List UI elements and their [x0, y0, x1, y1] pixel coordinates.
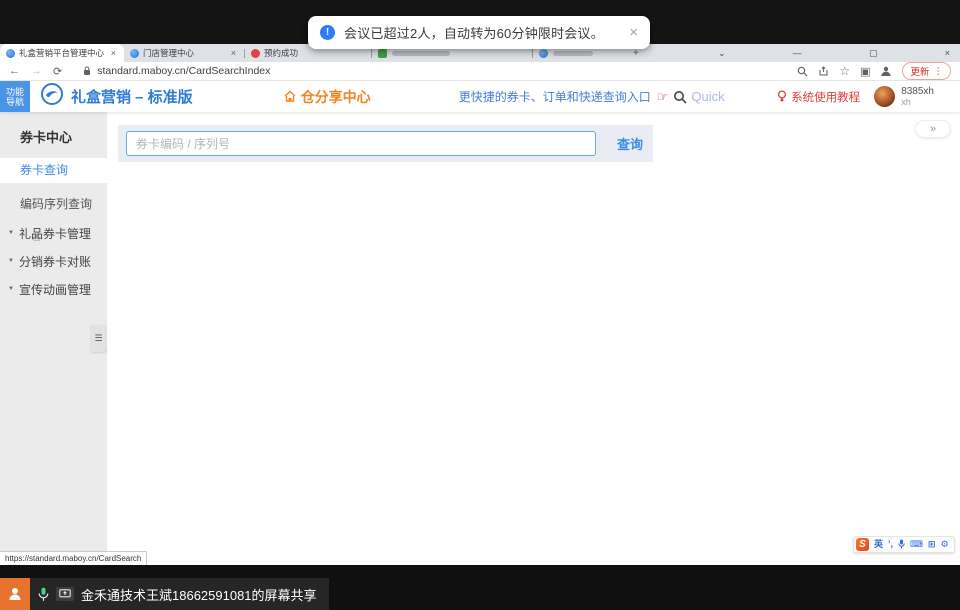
app-title: 礼盒营销 – 标准版: [71, 86, 193, 107]
main-content: 查询 »: [107, 112, 960, 565]
screen-share-icon: [56, 587, 74, 601]
house-icon: [283, 90, 297, 103]
ime-mic-icon[interactable]: [898, 539, 905, 551]
site-favicon: [251, 49, 260, 58]
maximize-icon[interactable]: ▢: [865, 48, 882, 59]
lightbulb-icon: [777, 90, 787, 103]
search-icon[interactable]: [673, 90, 687, 104]
sidebar-item-card-search[interactable]: 券卡查询: [0, 158, 107, 183]
window-close-icon[interactable]: ×: [941, 48, 954, 58]
obscured-tab-title: [553, 51, 593, 56]
user-name: 8385xh: [901, 87, 934, 97]
new-tab-icon[interactable]: +: [633, 48, 639, 59]
quick-search-label[interactable]: Quick: [691, 89, 724, 104]
share-center-label: 仓分享中心: [301, 87, 371, 107]
search-button[interactable]: 查询: [617, 134, 643, 153]
tab-title: 预约成功: [264, 47, 298, 59]
site-favicon: [378, 49, 387, 58]
forward-icon[interactable]: →: [31, 65, 42, 77]
tab-close-icon[interactable]: ×: [109, 48, 118, 58]
ime-settings-icon[interactable]: ⚙: [941, 540, 949, 549]
workarea: 券卡中心 券卡查询 编码序列查询 ▼ 礼品券卡管理 ▼ 分销券卡对账 ▼ 宣传动…: [0, 112, 960, 565]
close-icon[interactable]: ×: [627, 24, 640, 41]
microphone-icon: [38, 587, 49, 602]
app-header: 功能 导航 礼盒营销 – 标准版 仓分享中心 更快捷的券卡、订单和快递查询入口 …: [0, 81, 960, 112]
ime-toolbar[interactable]: S 英 ’, ⌨ ⊞ ⚙: [853, 536, 955, 553]
tab-title: 礼盒营销平台管理中心: [19, 47, 104, 59]
app-logo-icon: [41, 83, 63, 110]
card-search-panel: 查询: [118, 125, 653, 162]
tutorial-label: 系统使用教程: [791, 89, 860, 105]
mouse-hand-cursor: ☝: [33, 230, 40, 244]
share-icon[interactable]: [818, 66, 829, 77]
window-controls: ⌄ — ▢ ×: [714, 44, 954, 62]
tab-gift-box-admin[interactable]: 礼盒营销平台管理中心 ×: [0, 44, 124, 62]
side-panel-icon[interactable]: ▣: [860, 65, 870, 78]
info-icon: !: [320, 25, 335, 40]
quick-entry-tip: 更快捷的券卡、订单和快递查询入口: [459, 88, 651, 105]
browser-update-button[interactable]: 更新 ⋮: [902, 62, 951, 80]
notification-text: 会议已超过2人，自动转为60分钟限时会议。: [344, 23, 604, 42]
profile-icon[interactable]: [880, 65, 892, 77]
browser-window: 礼盒营销平台管理中心 × 门店管理中心 × 预约成功 + ⌄ — ▢ ×: [0, 44, 960, 565]
caret-down-icon: ▼: [8, 286, 14, 292]
site-favicon: [539, 49, 548, 58]
share-chip: 金禾通技术王斌18662591081的屏幕共享: [30, 578, 329, 610]
address-bar: ← → ⟳ standard.maboy.cn/CardSearchIndex …: [0, 62, 960, 81]
user-alias: xh: [901, 97, 934, 107]
sidebar-collapse-handle[interactable]: ☰: [90, 325, 107, 352]
ime-toolbox-icon[interactable]: ⊞: [928, 540, 936, 549]
card-search-input[interactable]: [126, 131, 596, 156]
expand-panel-button[interactable]: »: [915, 120, 951, 138]
sogou-logo-icon[interactable]: S: [856, 538, 869, 551]
site-favicon: [6, 49, 15, 58]
function-nav-button[interactable]: 功能 导航: [0, 81, 30, 112]
zoom-icon[interactable]: [797, 66, 808, 77]
nav-toggle-line1: 功能: [6, 87, 24, 97]
tab-title: 门店管理中心: [143, 47, 194, 59]
screen-share-text: 金禾通技术王斌18662591081的屏幕共享: [81, 585, 317, 604]
site-favicon: [130, 49, 139, 58]
avatar: [874, 86, 895, 107]
sidebar-item-label: 宣传动画管理: [19, 281, 91, 298]
reload-icon[interactable]: ⟳: [53, 65, 62, 78]
link-status-tooltip: https://standard.maboy.cn/CardSearch: [0, 551, 147, 565]
tab-store-admin[interactable]: 门店管理中心 ×: [124, 44, 244, 62]
warehouse-share-center-link[interactable]: 仓分享中心: [283, 87, 371, 107]
url-text[interactable]: standard.maboy.cn/CardSearchIndex: [97, 65, 270, 77]
nav-toggle-line2: 导航: [6, 97, 24, 107]
tab-search-chevron-icon[interactable]: ⌄: [714, 48, 730, 59]
bottom-taskbar: 金禾通技术王斌18662591081的屏幕共享: [0, 565, 960, 610]
kebab-menu-icon[interactable]: ⋮: [934, 66, 944, 77]
meeting-notification: ! 会议已超过2人，自动转为60分钟限时会议。 ×: [308, 16, 650, 49]
obscured-tab-title: [392, 51, 450, 56]
sidebar-section-title: 券卡中心: [0, 112, 107, 158]
sidebar-item-gift-card-management[interactable]: ▼ 礼品券卡管理: [0, 219, 107, 247]
bookmark-star-icon[interactable]: ☆: [839, 64, 850, 78]
ime-language-mode[interactable]: 英: [874, 540, 883, 549]
update-label: 更新: [910, 64, 929, 78]
ime-keyboard-icon[interactable]: ⌨: [910, 540, 923, 549]
sidebar-item-label: 分销券卡对账: [19, 253, 91, 270]
participant-icon: [0, 578, 30, 610]
user-account[interactable]: 8385xh xh: [874, 86, 934, 107]
sidebar-item-promo-animation-management[interactable]: ▼ 宣传动画管理: [0, 275, 107, 303]
sidebar-item-label: 礼品券卡管理: [19, 225, 91, 242]
lock-icon[interactable]: [83, 66, 91, 76]
back-icon[interactable]: ←: [9, 65, 20, 77]
sidebar-item-distribution-card-reconcile[interactable]: ▼ 分销券卡对账: [0, 247, 107, 275]
caret-down-icon: ▼: [8, 230, 14, 236]
system-tutorial-link[interactable]: 系统使用教程: [777, 89, 860, 105]
minimize-icon[interactable]: —: [789, 48, 806, 58]
ime-punctuation-icon[interactable]: ’,: [888, 540, 893, 549]
tab-close-icon[interactable]: ×: [229, 48, 238, 58]
sidebar-item-code-sequence-search[interactable]: 编码序列查询: [0, 189, 107, 219]
pointing-hand-icon: ☞: [657, 89, 669, 105]
caret-down-icon: ▼: [8, 258, 14, 264]
screen-share-indicator[interactable]: 金禾通技术王斌18662591081的屏幕共享: [0, 578, 329, 610]
